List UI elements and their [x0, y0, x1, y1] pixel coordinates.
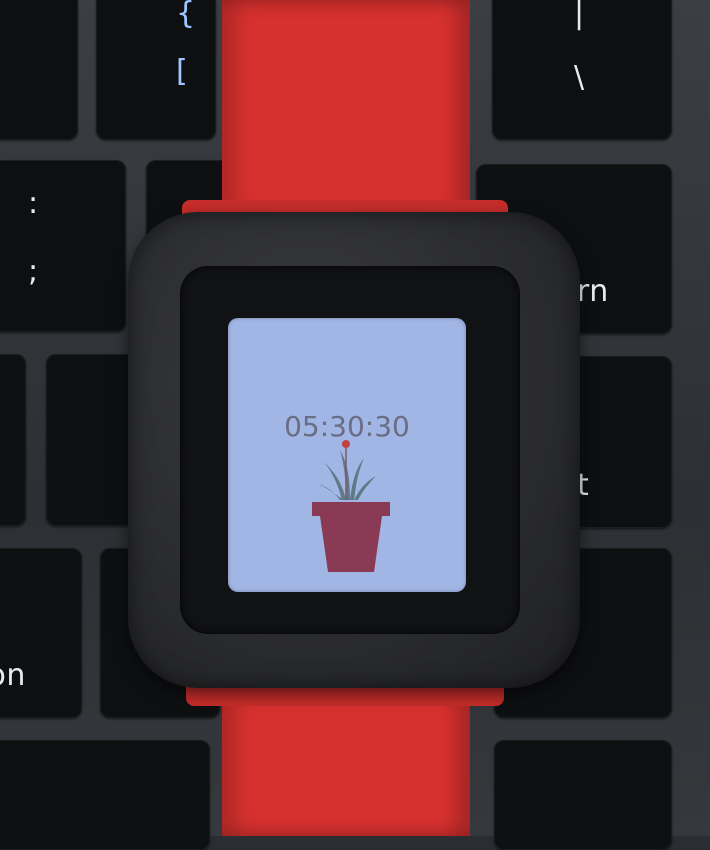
key-pipe-legend: |: [574, 0, 585, 31]
plant-leaves: [318, 450, 376, 500]
potted-plant-icon: [312, 440, 390, 572]
key-shift-left: [0, 354, 26, 526]
key-bottom-right: [494, 740, 672, 850]
watch-case: 05:30:30: [128, 212, 580, 688]
key-bracket-legend: [: [176, 54, 189, 89]
watch-screen: 05:30:30: [228, 318, 466, 592]
plant-pot: [312, 502, 390, 572]
key-backslash-legend: \: [574, 60, 585, 95]
watch-strap-top: [222, 0, 470, 230]
watch-bezel: 05:30:30: [180, 266, 520, 634]
key-semicolon: : ;: [0, 160, 126, 332]
key-colon-legend: :: [28, 186, 39, 221]
key-top-left: [0, 0, 78, 140]
key-option: option: [0, 548, 82, 718]
key-option-legend: option: [0, 658, 26, 693]
key-bottom-row: [0, 740, 210, 850]
key-semicolon-legend: ;: [28, 254, 39, 289]
key-brace: { [: [96, 0, 216, 140]
key-pipe: | \: [492, 0, 672, 140]
plant-flower: [342, 440, 350, 448]
key-brace-legend: {: [176, 0, 196, 31]
